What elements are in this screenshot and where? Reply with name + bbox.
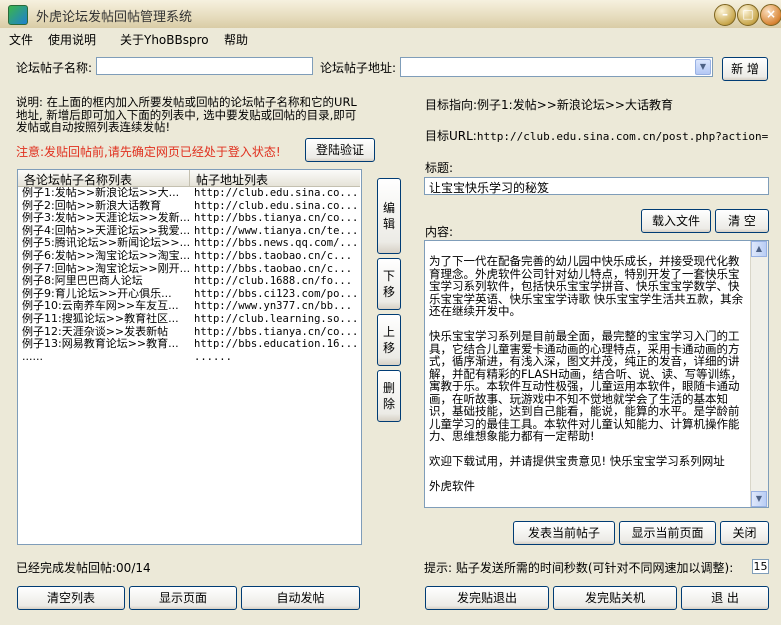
- post-name-input[interactable]: [96, 57, 313, 75]
- move-up-button[interactable]: 上移: [377, 314, 401, 366]
- cell-post-name: 例子9:育儿论坛>>开心俱乐...: [22, 287, 172, 300]
- post-name-label: 论坛帖子名称:: [16, 61, 93, 75]
- auto-post-button[interactable]: 自动发帖: [241, 586, 360, 610]
- post-then-shutdown-button[interactable]: 发完贴关机: [553, 586, 677, 610]
- scroll-down-icon[interactable]: ▼: [751, 491, 767, 507]
- target-url-label: 目标URL:: [425, 129, 477, 143]
- table-row[interactable]: 例子10:云南养车网>>车友互... http://www.yn377.cn/bb…: [18, 300, 358, 313]
- cell-post-name: 例子6:发帖>>淘宝论坛>>淘宝...: [22, 250, 190, 262]
- cell-post-name: 例子13:网易教育论坛>>教育...: [22, 338, 179, 351]
- table-row[interactable]: 例子2:回帖>>新浪大话教育 http://club.edu.sina.co...: [18, 200, 358, 213]
- table-row[interactable]: 例子7:回帖>>淘宝论坛>>刚开... http://bbs.taobao.cn/…: [18, 263, 358, 276]
- add-button[interactable]: 新 增: [722, 57, 768, 81]
- show-page-button[interactable]: 显示页面: [129, 586, 237, 610]
- cell-post-name: 例子10:云南养车网>>车友互...: [22, 300, 179, 313]
- post-url-label: 论坛帖子地址:: [320, 61, 397, 75]
- cell-post-name: 例子2:回帖>>新浪大话教育: [22, 199, 162, 212]
- table-row[interactable]: 例子11:搜狐论坛>>教育社区... http://club.learning.s…: [18, 313, 358, 326]
- table-row[interactable]: 例子13:网易教育论坛>>教育... http://bbs.education.1…: [18, 338, 358, 351]
- target-direction: 目标指向:例子1:发帖>>新浪论坛>>大话教育: [425, 96, 673, 113]
- content-scrollbar[interactable]: ▲ ▼: [750, 241, 768, 507]
- table-row[interactable]: 例子1:发帖>>新浪论坛>>大... http://club.edu.sina.c…: [18, 187, 358, 200]
- table-row[interactable]: ............: [18, 351, 358, 364]
- target-url-value: http://club.edu.sina.com.cn/post.php?act…: [476, 130, 768, 143]
- publish-current-button[interactable]: 发表当前帖子: [513, 521, 615, 545]
- timing-hint-label: 提示: 贴子发送所需的时间秒数(可针对不同网速加以调整):: [424, 561, 734, 575]
- title-input[interactable]: 让宝宝快乐学习的秘笈: [424, 177, 769, 195]
- edit-button[interactable]: 编辑: [377, 178, 401, 254]
- target-direction-value: 例子1:发帖>>新浪论坛>>大话教育: [477, 98, 673, 112]
- content-text: 为了下一代在配备完善的幼儿园中快乐成长，并接受现代化教育理念。外虎软件公司针对幼…: [429, 254, 744, 493]
- menu-about[interactable]: 关于YhoBBspro: [120, 31, 209, 48]
- timing-seconds-input[interactable]: 15: [752, 559, 769, 574]
- content-label: 内容:: [425, 225, 454, 239]
- cell-post-url: http://club.learning.so...: [194, 313, 356, 325]
- table-row[interactable]: 例子3:发帖>>天涯论坛>>发新... http://bbs.tianya.cn/…: [18, 212, 358, 225]
- cell-post-name: 例子11:搜狐论坛>>教育社区...: [22, 313, 179, 325]
- post-then-exit-button[interactable]: 发完贴退出: [425, 586, 549, 610]
- cell-post-name: 例子5:腾讯论坛>>新闻论坛>>...: [22, 237, 190, 250]
- cell-post-url: http://www.tianya.cn/te...: [194, 224, 356, 237]
- column-header-name[interactable]: 各论坛帖子名称列表: [24, 171, 132, 188]
- table-row[interactable]: 例子9:育儿论坛>>开心俱乐... http://bbs.ci123.com/po…: [18, 288, 358, 301]
- title-label: 标题:: [425, 161, 454, 175]
- cell-post-url: http://club.edu.sina.co...: [194, 187, 356, 199]
- move-down-button[interactable]: 下移: [377, 258, 401, 310]
- menu-help[interactable]: 帮助: [224, 31, 248, 48]
- table-row[interactable]: 例子4:回帖>>天涯论坛>>我爱... http://www.tianya.cn/…: [18, 225, 358, 238]
- app-icon: [8, 5, 28, 25]
- exit-button[interactable]: 退 出: [681, 586, 769, 610]
- post-list-body: 例子1:发帖>>新浪论坛>>大... http://club.edu.sina.c…: [18, 187, 360, 487]
- cell-post-name: 例子1:发帖>>新浪论坛>>大...: [22, 187, 180, 199]
- cell-post-url: http://bbs.tianya.cn/co...: [194, 325, 356, 338]
- close-button[interactable]: 关闭: [720, 521, 769, 545]
- column-divider[interactable]: [189, 170, 190, 186]
- cell-post-url: http://bbs.tianya.cn/co...: [194, 212, 356, 225]
- menu-file[interactable]: 文件: [9, 31, 33, 48]
- table-row[interactable]: 例子8:阿里巴巴商人论坛 http://club.1688.cn/fo...: [18, 275, 358, 288]
- close-window-button[interactable]: ×: [760, 4, 781, 26]
- maximize-button[interactable]: □: [737, 4, 759, 26]
- login-verify-button[interactable]: 登陆验证: [305, 138, 375, 162]
- title-bar: 外虎论坛发帖回帖管理系统 – □ ×: [0, 0, 781, 29]
- table-row[interactable]: 例子6:发帖>>淘宝论坛>>淘宝... http://bbs.taobao.cn/…: [18, 250, 358, 263]
- window-title: 外虎论坛发帖回帖管理系统: [36, 10, 193, 25]
- scroll-up-icon[interactable]: ▲: [751, 241, 767, 257]
- minimize-button[interactable]: –: [714, 4, 736, 26]
- menu-usage[interactable]: 使用说明: [48, 31, 96, 48]
- cell-post-url: http://www.yn377.cn/bb...: [194, 300, 353, 313]
- clear-content-button[interactable]: 清 空: [715, 209, 769, 233]
- table-row[interactable]: 例子12:天涯杂谈>>发表新帖 http://bbs.tianya.cn/co..…: [18, 326, 358, 339]
- cell-post-name: 例子3:发帖>>天涯论坛>>发新...: [22, 212, 190, 225]
- menu-bar: 文件 使用说明 关于YhoBBspro 帮助: [0, 28, 781, 48]
- chevron-down-icon[interactable]: ▼: [695, 59, 711, 75]
- completed-status: 已经完成发帖回帖:00/14: [16, 561, 151, 575]
- cell-post-name: 例子12:天涯杂谈>>发表新帖: [22, 325, 169, 338]
- cell-post-url: http://bbs.education.16...: [194, 338, 356, 351]
- cell-post-url: http://bbs.ci123.com/po...: [194, 287, 356, 300]
- column-header-url[interactable]: 帖子地址列表: [196, 171, 268, 188]
- show-current-page-button[interactable]: 显示当前页面: [619, 521, 716, 545]
- target-url: 目标URL:http://club.edu.sina.com.cn/post.p…: [425, 127, 768, 144]
- target-direction-label: 目标指向:: [425, 98, 478, 112]
- cell-post-url: ......: [194, 350, 232, 363]
- cell-post-url: http://bbs.news.qq.com/...: [194, 237, 356, 250]
- cell-post-url: http://bbs.taobao.cn/c...: [194, 262, 353, 275]
- instructions-text: 说明: 在上面的框内加入所要发帖或回帖的论坛帖子名称和它的URL地址, 新增后即…: [16, 95, 357, 134]
- delete-button[interactable]: 删除: [377, 370, 401, 422]
- cell-post-url: http://club.edu.sina.co...: [194, 199, 356, 212]
- cell-post-name: 例子4:回帖>>天涯论坛>>我爱...: [22, 224, 190, 237]
- cell-post-name: 例子7:回帖>>淘宝论坛>>刚开...: [22, 262, 190, 275]
- cell-post-name: ......: [22, 350, 43, 363]
- cell-post-url: http://bbs.taobao.cn/c...: [194, 250, 353, 262]
- load-file-button[interactable]: 载入文件: [641, 209, 711, 233]
- cell-post-name: 例子8:阿里巴巴商人论坛: [22, 275, 143, 288]
- login-warning: 注意:发贴回帖前,请先确定网页已经处于登入状态!: [16, 145, 281, 159]
- post-url-combobox[interactable]: ▼: [400, 57, 713, 77]
- cell-post-url: http://club.1688.cn/fo...: [194, 275, 353, 288]
- clear-list-button[interactable]: 清空列表: [17, 586, 125, 610]
- content-textarea[interactable]: 为了下一代在配备完善的幼儿园中快乐成长，并接受现代化教育理念。外虎软件公司针对幼…: [424, 240, 769, 508]
- table-row[interactable]: 例子5:腾讯论坛>>新闻论坛>>... http://bbs.news.qq.co…: [18, 237, 358, 250]
- post-list-header: 各论坛帖子名称列表 帖子地址列表: [18, 170, 360, 187]
